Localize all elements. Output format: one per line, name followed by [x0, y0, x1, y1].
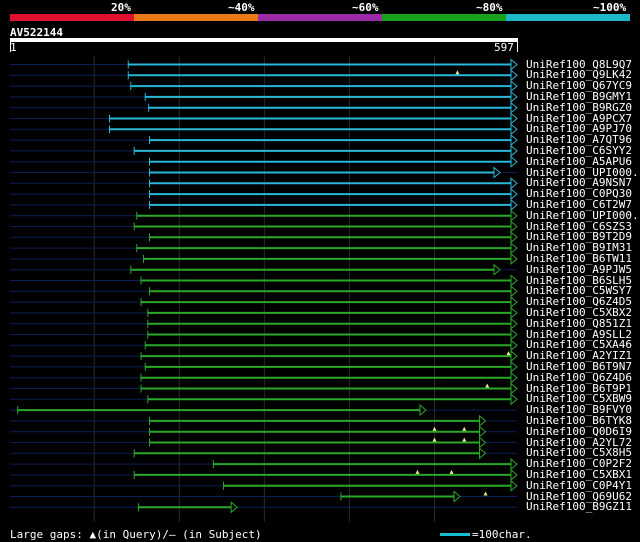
hit-arrow-icon: [419, 404, 427, 417]
query-gap-marker: [432, 426, 437, 431]
hit-arrow-icon: [479, 425, 487, 438]
hit-arrow-icon: [510, 90, 518, 103]
hit-arrow-icon: [479, 414, 487, 427]
hit-arrow-icon: [510, 306, 518, 319]
hit-arrow-icon: [510, 317, 518, 330]
hit-arrow-icon: [510, 274, 518, 287]
query-gap-marker: [415, 469, 420, 474]
hit-arrow-icon: [510, 69, 518, 82]
hit-arrow-icon: [510, 209, 518, 222]
query-gap-marker: [485, 383, 490, 388]
hit-arrow-icon: [510, 242, 518, 255]
hit-arrow-icon: [510, 393, 518, 406]
hit-arrow-icon: [510, 479, 518, 492]
hit-arrow-icon: [510, 382, 518, 395]
query-gap-marker: [462, 437, 467, 442]
scale-swatch: [440, 533, 470, 536]
query-gap-marker: [506, 351, 511, 356]
hit-arrow-icon: [230, 501, 238, 514]
hit-arrow-icon: [510, 101, 518, 114]
hit-arrow-icon: [510, 198, 518, 211]
hit-arrow-icon: [510, 252, 518, 265]
hit-arrow-icon: [510, 458, 518, 471]
large-gaps-legend: Large gaps: ▲(in Query)/– (in Subject): [10, 528, 262, 541]
hit-arrow-icon: [510, 360, 518, 373]
hit-arrow-icon: [510, 350, 518, 363]
query-gap-marker: [449, 469, 454, 474]
query-gap-marker: [462, 426, 467, 431]
hit-arrow-icon: [510, 328, 518, 341]
hit-arrow-icon: [510, 220, 518, 233]
hit-arrow-icon: [510, 188, 518, 201]
hit-arrow-icon: [510, 112, 518, 125]
query-gap-marker: [483, 491, 488, 496]
hit-arrow-icon: [493, 263, 501, 276]
hit-arrow-icon: [510, 80, 518, 93]
hit-arrow-icon: [510, 177, 518, 190]
hit-arrow-icon: [510, 134, 518, 147]
hit-arrow-icon: [510, 371, 518, 384]
hit-arrow-icon: [510, 468, 518, 481]
hit-arrow-icon: [510, 123, 518, 136]
scale-legend: =100char.: [472, 528, 532, 541]
hit-arrow-icon: [510, 231, 518, 244]
hit-arrow-icon: [493, 166, 501, 179]
query-gap-marker: [455, 70, 460, 75]
hit-arrow-icon: [510, 155, 518, 168]
hit-arrow-icon: [510, 296, 518, 309]
hit-arrow-icon: [453, 490, 461, 503]
hit-arrow-icon: [510, 339, 518, 352]
hit-arrow-icon: [510, 58, 518, 71]
hit-arrow-icon: [510, 144, 518, 157]
query-gap-marker: [432, 437, 437, 442]
hit-arrow-icon: [479, 436, 487, 449]
hit-arrow-icon: [510, 285, 518, 298]
hit-label[interactable]: UniRef100_B9GZ11: [526, 501, 632, 512]
hit-arrow-icon: [479, 447, 487, 460]
